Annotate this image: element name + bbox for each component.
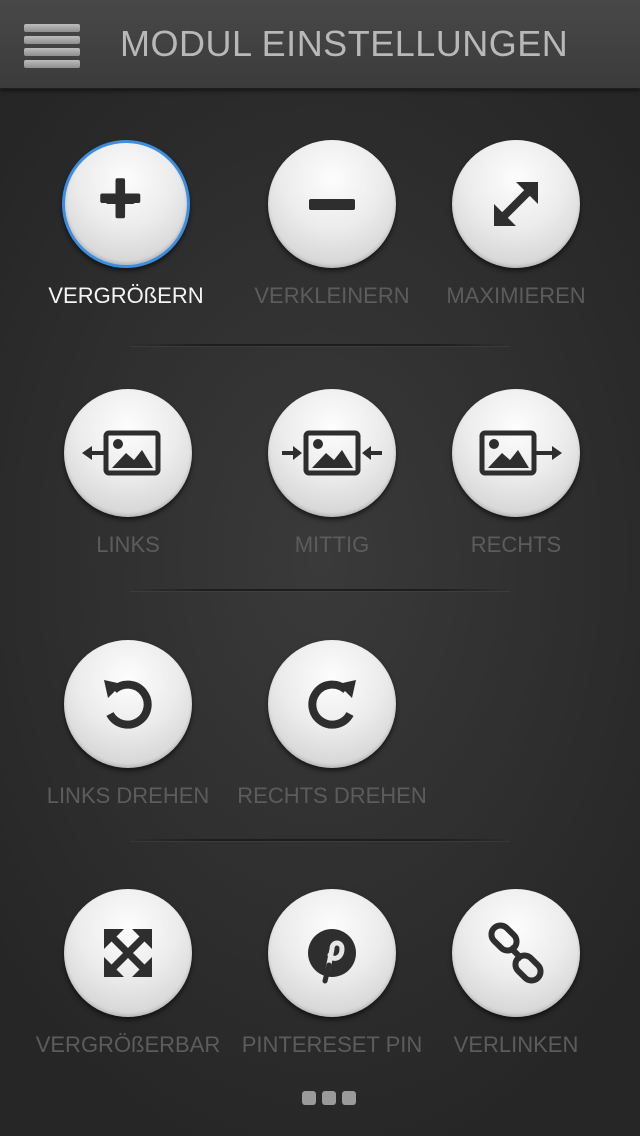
- maximize-circle[interactable]: [452, 140, 580, 268]
- rotate-right-button[interactable]: RECHTS DREHEN: [232, 640, 432, 820]
- rotate-left-icon: [104, 680, 152, 729]
- align-right-label: RECHTS: [470, 532, 562, 557]
- link-label: VERLINKEN: [453, 1032, 579, 1057]
- module-settings-screen: MODUL EINSTELLUNGEN VERGRÖßERN VERKLEINE…: [0, 0, 640, 1136]
- rotate-left-button[interactable]: LINKS DREHEN: [28, 640, 228, 820]
- align-left-circle[interactable]: [64, 389, 192, 517]
- hamburger-menu-icon: [24, 36, 80, 44]
- page-dot[interactable]: [342, 1091, 356, 1105]
- pinterest-pin-circle[interactable]: [268, 889, 396, 1017]
- menu-button[interactable]: [22, 24, 82, 70]
- hamburger-menu-icon: [24, 24, 80, 32]
- image-align-center-icon: [282, 430, 382, 476]
- page-indicator[interactable]: [302, 1091, 358, 1107]
- link-circle[interactable]: [452, 889, 580, 1017]
- zoomable-circle[interactable]: [64, 889, 192, 1017]
- hamburger-menu-icon: [24, 48, 80, 56]
- zoomable-button[interactable]: VERGRÖßERBAR: [28, 889, 228, 1069]
- page-title: MODUL EINSTELLUNGEN: [120, 23, 569, 64]
- align-center-circle[interactable]: [268, 389, 396, 517]
- image-align-left-icon: [82, 430, 161, 476]
- align-right-circle[interactable]: [452, 389, 580, 517]
- link-chain-icon: [488, 922, 544, 984]
- link-button[interactable]: VERLINKEN: [416, 889, 616, 1069]
- rotate-right-icon: [308, 680, 356, 729]
- maximize-button[interactable]: MAXIMIEREN: [416, 140, 616, 320]
- maximize-label: MAXIMIEREN: [446, 283, 586, 308]
- minus-icon: [309, 199, 355, 210]
- image-align-right-icon: [479, 430, 562, 476]
- align-left-button[interactable]: LINKS: [28, 389, 228, 569]
- header-bar: MODUL EINSTELLUNGEN: [0, 0, 640, 89]
- zoom-out-circle[interactable]: [268, 140, 396, 268]
- diagonal-expand-icon: [494, 182, 538, 226]
- rotate-right-circle[interactable]: [268, 640, 396, 768]
- zoom-in-circle[interactable]: [62, 140, 190, 268]
- page-dot[interactable]: [302, 1091, 316, 1105]
- row-divider: [130, 589, 510, 591]
- align-right-button[interactable]: RECHTS: [416, 389, 616, 569]
- zoom-in-label: VERGRÖßERN: [48, 283, 204, 308]
- row-divider: [130, 344, 510, 346]
- rotate-left-circle[interactable]: [64, 640, 192, 768]
- plus-icon: [100, 178, 141, 219]
- pinterest-icon: [308, 929, 356, 984]
- row-divider: [130, 839, 510, 841]
- page-dot[interactable]: [322, 1091, 336, 1105]
- hamburger-menu-icon: [24, 60, 80, 68]
- rotate-right-label: RECHTS DREHEN: [237, 783, 427, 808]
- fullscreen-arrows-icon: [104, 929, 152, 977]
- zoom-in-button[interactable]: VERGRÖßERN: [26, 140, 226, 320]
